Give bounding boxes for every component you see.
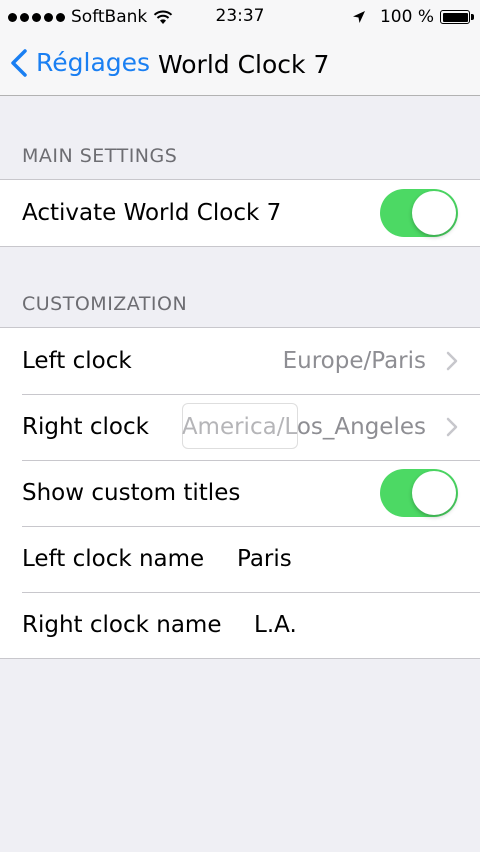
battery-percent: 100 % — [379, 7, 434, 27]
toggle-knob — [412, 191, 456, 235]
toggle-knob — [412, 471, 456, 515]
battery-icon — [440, 10, 474, 24]
main-settings-group: Activate World Clock 7 — [0, 179, 480, 247]
right-name-field[interactable]: L.A. — [254, 612, 297, 638]
location-arrow-icon — [352, 11, 365, 23]
left-name-cell: Left clock name Paris — [0, 526, 480, 592]
show-titles-label: Show custom titles — [22, 480, 241, 506]
left-name-field[interactable]: Paris — [237, 546, 292, 572]
activate-toggle[interactable] — [380, 189, 458, 237]
back-button-label: Réglages — [36, 48, 151, 77]
battery-fill — [442, 12, 468, 22]
status-bar: SoftBank 23:37 100 % — [0, 0, 480, 36]
left-clock-label: Left clock — [22, 348, 132, 374]
left-name-label: Left clock name — [22, 546, 205, 572]
left-clock-value: Europe/Paris — [282, 348, 426, 374]
section-header-customization: CUSTOMIZATION — [22, 293, 188, 315]
ghost-overlay — [182, 403, 298, 449]
battery-tip — [471, 14, 474, 20]
activate-label: Activate World Clock 7 — [22, 200, 282, 226]
page-title: World Clock 7 — [158, 50, 330, 79]
status-right: 100 % — [352, 6, 474, 28]
show-titles-cell: Show custom titles — [0, 460, 480, 526]
right-name-label: Right clock name — [22, 612, 222, 638]
section-header-main-settings: MAIN SETTINGS — [22, 145, 178, 167]
customization-group: Left clock Europe/Paris Right clock Amer… — [0, 327, 480, 659]
right-name-cell: Right clock name L.A. — [0, 592, 480, 658]
chevron-left-icon — [11, 48, 27, 77]
show-titles-toggle[interactable] — [380, 469, 458, 517]
activate-cell: Activate World Clock 7 — [0, 180, 480, 246]
right-clock-label: Right clock — [22, 414, 149, 440]
navigation-bar: Réglages World Clock 7 — [0, 36, 480, 96]
left-clock-cell[interactable]: Left clock Europe/Paris — [0, 328, 480, 394]
chevron-right-icon — [446, 351, 458, 371]
back-button[interactable]: Réglages — [10, 48, 150, 77]
chevron-right-icon — [446, 417, 458, 437]
